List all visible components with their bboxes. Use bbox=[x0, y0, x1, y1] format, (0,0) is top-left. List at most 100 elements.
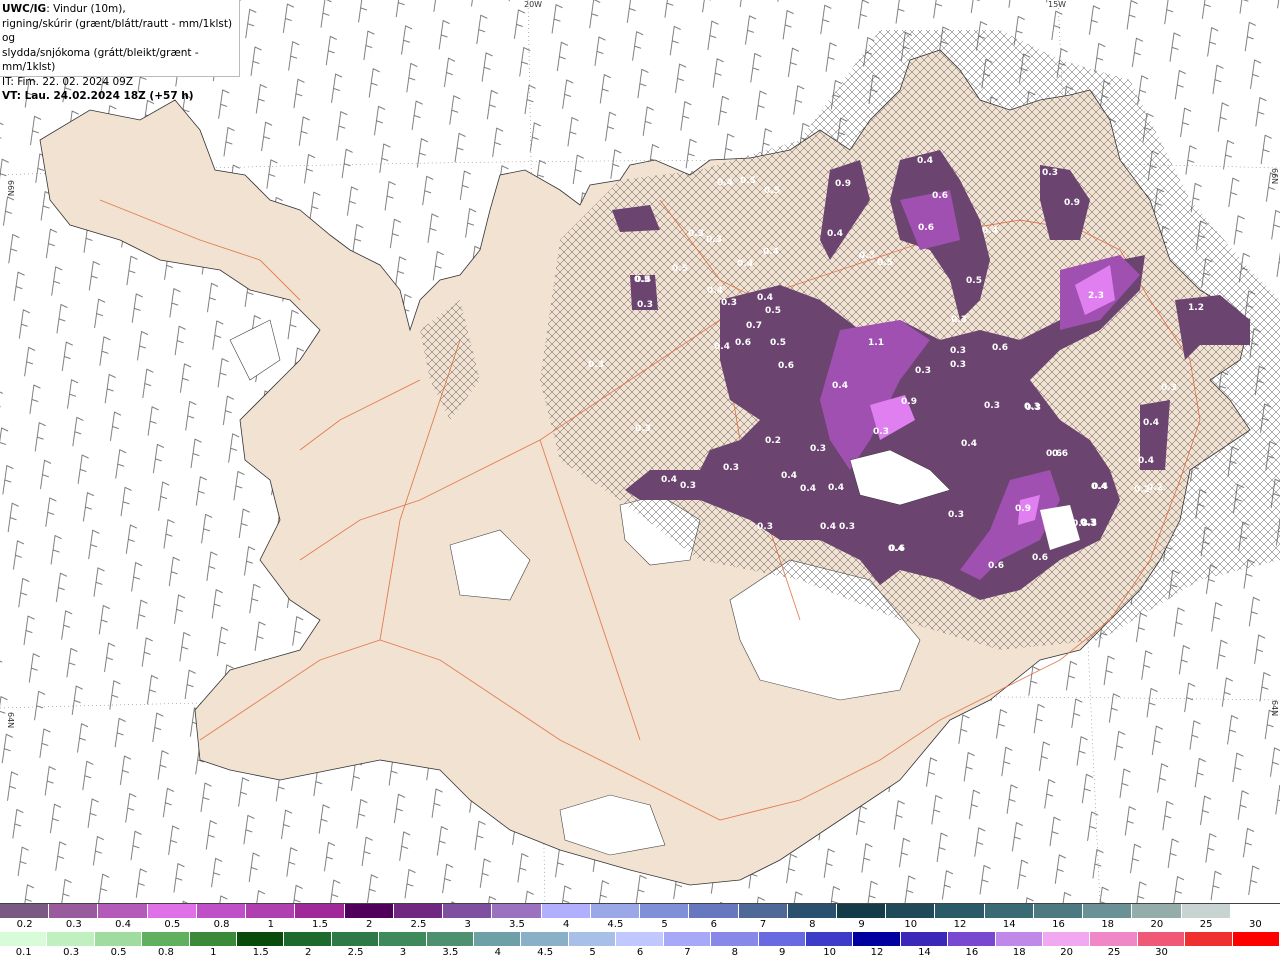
precip-value-label: 0.4 bbox=[757, 293, 773, 303]
colorbar-label: 0.8 bbox=[213, 919, 230, 930]
colorbar-swatch bbox=[147, 904, 197, 918]
colorbar-label: 3.5 bbox=[442, 947, 459, 958]
title-line1-text: : Vindur (10m), bbox=[46, 3, 126, 15]
precip-value-label: 0.4 bbox=[781, 471, 797, 481]
colorbar-swatch bbox=[616, 932, 664, 946]
precip-value-label: 0.4 bbox=[661, 475, 677, 485]
colorbar-swatch bbox=[521, 932, 569, 946]
colorbar-swatch bbox=[426, 932, 475, 946]
precip-value-label: 0.2 bbox=[1147, 483, 1163, 493]
precip-value-label: 0.3 bbox=[948, 510, 964, 520]
colorbar-label: 7 bbox=[684, 947, 691, 958]
colorbar-label: 2 bbox=[366, 919, 373, 930]
precip-value-label: 0.4 bbox=[961, 439, 977, 449]
colorbar-swatch bbox=[1232, 932, 1280, 946]
precip-value-label: 0.5 bbox=[764, 186, 780, 196]
colorbar-label: 14 bbox=[1002, 919, 1016, 930]
precip-value-label: 0.6 bbox=[918, 223, 934, 233]
colorbar-swatch bbox=[541, 904, 591, 918]
colorbar-swatch bbox=[805, 932, 854, 946]
colorbar-label: 1.5 bbox=[252, 947, 269, 958]
precip-value-label: 0.4 bbox=[763, 247, 779, 257]
precip-value-label: 0.6 bbox=[778, 361, 794, 371]
colorbar-swatch bbox=[246, 904, 296, 918]
colorbar-label: 25 bbox=[1199, 919, 1213, 930]
colorbar-swatch bbox=[196, 904, 247, 918]
precip-value-label: 0.3 bbox=[757, 522, 773, 532]
valid-time: VT: Lau. 24.02.2024 18Z (+57 h) bbox=[2, 90, 194, 102]
precip-value-label: 0.6 bbox=[988, 561, 1004, 571]
colorbar-label: 0.8 bbox=[157, 947, 174, 958]
colorbar-swatch bbox=[492, 904, 542, 918]
colorbar-swatch bbox=[94, 932, 143, 946]
colorbar-swatch bbox=[1083, 904, 1133, 918]
colorbar-label: 8 bbox=[809, 919, 816, 930]
precip-value-label: 0.5 bbox=[770, 338, 786, 348]
colorbar-label: 0.2 bbox=[16, 919, 33, 930]
colorbar-swatch bbox=[738, 904, 788, 918]
colorbar-label: 0.5 bbox=[164, 919, 181, 930]
precip-value-label: 0.3 bbox=[984, 401, 1000, 411]
colorbar-label: 12 bbox=[870, 947, 884, 958]
colorbar-swatch bbox=[711, 932, 759, 946]
title-prefix: UWC/IG bbox=[2, 3, 47, 15]
colorbar-swatch bbox=[0, 904, 50, 918]
map-title-box: UWC/IG: Vindur (10m), rigning/skúrir (gr… bbox=[0, 0, 240, 102]
precip-value-label: 1.2 bbox=[1188, 303, 1204, 313]
precip-value-label: 0.9 bbox=[835, 179, 851, 189]
colorbar-label: 0.3 bbox=[65, 919, 82, 930]
colorbar-label: 0.5 bbox=[110, 947, 127, 958]
precip-value-label: 0.4 bbox=[1092, 482, 1108, 492]
colorbar-rain-labels: 0.1 0.3 0.5 0.8 1 1.5 2 2.5 3 3.5 4 4.5 5 6 7 8 9 10 12 14 1… bbox=[0, 947, 1280, 959]
precip-value-label: 0.3 bbox=[810, 444, 826, 454]
precip-value-label: 0.9 bbox=[1015, 504, 1031, 514]
lat-label-right-66n: 66N bbox=[1270, 168, 1279, 184]
colorbar-label: 2.5 bbox=[410, 919, 427, 930]
colorbar-label: 1 bbox=[267, 919, 274, 930]
colorbar-swatch bbox=[590, 904, 641, 918]
colorbar-label: 9 bbox=[779, 947, 786, 958]
precip-value-label: 0.3 bbox=[588, 360, 604, 370]
colorbar-label: 4 bbox=[562, 919, 570, 930]
colorbar-label: 0.4 bbox=[115, 919, 132, 930]
colorbar-label: 16 bbox=[1052, 919, 1065, 930]
precip-value-label: 0.4 bbox=[827, 229, 843, 239]
precip-value-label: 0.4 bbox=[737, 259, 753, 269]
precip-value-label: 0.6 bbox=[992, 343, 1008, 353]
precip-value-label: 0.3 bbox=[839, 522, 855, 532]
precip-value-label: 0.3 bbox=[723, 463, 739, 473]
precip-value-label: 0.3 bbox=[1024, 402, 1040, 412]
precip-value-label: 0.4 bbox=[828, 483, 844, 493]
precip-value-label: 0.4 bbox=[1138, 456, 1154, 466]
colorbar-swatch bbox=[689, 904, 739, 918]
colorbar-swatch bbox=[1132, 904, 1182, 918]
precip-value-label: 0.3 bbox=[1042, 168, 1058, 178]
lon-label-15w: 15W bbox=[1048, 0, 1066, 9]
colorbar-label: 0.3 bbox=[63, 947, 80, 958]
precip-value-label: 0.2 bbox=[765, 436, 781, 446]
colorbar-label: 3 bbox=[464, 919, 471, 930]
colorbar-label: 10 bbox=[823, 947, 836, 958]
precip-value-label: 0.5 bbox=[672, 264, 688, 274]
colorbar-label: 30 bbox=[1155, 947, 1168, 958]
precip-value-label: 0.3 bbox=[951, 315, 967, 325]
colorbar-swatch bbox=[836, 904, 887, 918]
precip-value-label: 0.3 bbox=[1161, 383, 1177, 393]
colorbar-swatch bbox=[758, 932, 806, 946]
colorbar-swatch bbox=[995, 932, 1043, 946]
colorbar-swatch bbox=[1033, 904, 1084, 918]
colorbar-label: 0.1 bbox=[15, 947, 32, 958]
colorbar-label: 3 bbox=[399, 947, 407, 958]
colorbar-label: 1.5 bbox=[312, 919, 328, 930]
colorbar-swatch bbox=[1185, 932, 1233, 946]
precip-value-label: 0.9 bbox=[1064, 198, 1080, 208]
colorbar-swatch bbox=[663, 932, 712, 946]
colorbar-swatch bbox=[787, 904, 837, 918]
precip-value-label: 0.3 bbox=[637, 300, 653, 310]
colorbar-swatch bbox=[474, 932, 522, 946]
precip-value-label: 0.3 bbox=[706, 235, 722, 245]
colorbar-swatch bbox=[284, 932, 332, 946]
issue-time: IT: Fim. 22. 02. 2024 09Z bbox=[2, 75, 134, 88]
precip-value-label: 0.4 bbox=[820, 522, 836, 532]
precip-value-label: 0.5 bbox=[765, 306, 781, 316]
